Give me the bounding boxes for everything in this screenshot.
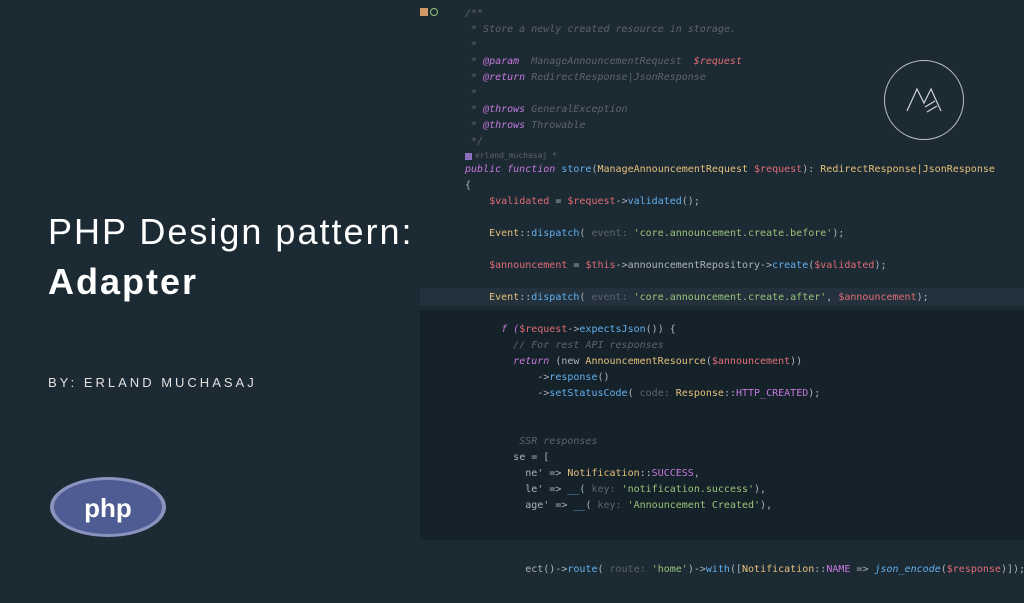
code-line: * @throws GeneralException	[465, 102, 1024, 118]
code-line: * Store a newly created resource in stor…	[465, 22, 1024, 38]
code-line: * @param ManageAnnouncementRequest $requ…	[465, 54, 1024, 70]
code-line: ect()->route( route: 'home')->with([Noti…	[465, 562, 1024, 578]
code-line: * @return RedirectResponse|JsonResponse	[465, 70, 1024, 86]
code-line	[465, 546, 1024, 562]
code-line: ->setStatusCode( code: Response::HTTP_CR…	[465, 386, 1024, 402]
code-line: Event::dispatch( event: 'core.announceme…	[465, 290, 1024, 306]
code-line: Event::dispatch( event: 'core.announceme…	[465, 226, 1024, 242]
code-line: le' => __( key: 'notification.success'),	[465, 482, 1024, 498]
code-line	[465, 418, 1024, 434]
code-line: se = [	[465, 450, 1024, 466]
code-line: *	[465, 86, 1024, 102]
php-logo: php	[48, 475, 168, 544]
code-line	[465, 306, 1024, 322]
code-line: $validated = $request->validated();	[465, 194, 1024, 210]
code-line: ne' => Notification::SUCCESS,	[465, 466, 1024, 482]
code-line: public function store(ManageAnnouncement…	[465, 162, 1024, 178]
title-line-1: PHP Design pattern:	[48, 210, 414, 253]
title-block: PHP Design pattern: Adapter	[48, 210, 414, 308]
code-line: SSR responses	[465, 434, 1024, 450]
code-line: // For rest API responses	[465, 338, 1024, 354]
code-line: /**	[465, 6, 1024, 22]
author-icon	[465, 153, 472, 160]
code-line: return (new AnnouncementResource($announ…	[465, 354, 1024, 370]
code-editor: /** * Store a newly created resource in …	[420, 6, 1024, 596]
code-line: ->response()	[465, 370, 1024, 386]
svg-text:php: php	[84, 493, 132, 523]
code-line	[465, 402, 1024, 418]
code-line: * @throws Throwable	[465, 118, 1024, 134]
code-line	[465, 210, 1024, 226]
code-line: *	[465, 38, 1024, 54]
code-line: age' => __( key: 'Announcement Created')…	[465, 498, 1024, 514]
code-line	[465, 274, 1024, 290]
code-line	[465, 514, 1024, 530]
author-hint: erland_muchasaj *	[420, 150, 1024, 162]
code-line	[465, 530, 1024, 546]
code-line: f ($request->expectsJson()) {	[465, 322, 1024, 338]
code-line: $announcement = $this->announcementRepos…	[465, 258, 1024, 274]
code-line: {	[465, 178, 1024, 194]
code-line	[465, 242, 1024, 258]
byline: BY: ERLAND MUCHASAJ	[48, 375, 257, 390]
title-line-2: Adapter	[48, 257, 414, 307]
